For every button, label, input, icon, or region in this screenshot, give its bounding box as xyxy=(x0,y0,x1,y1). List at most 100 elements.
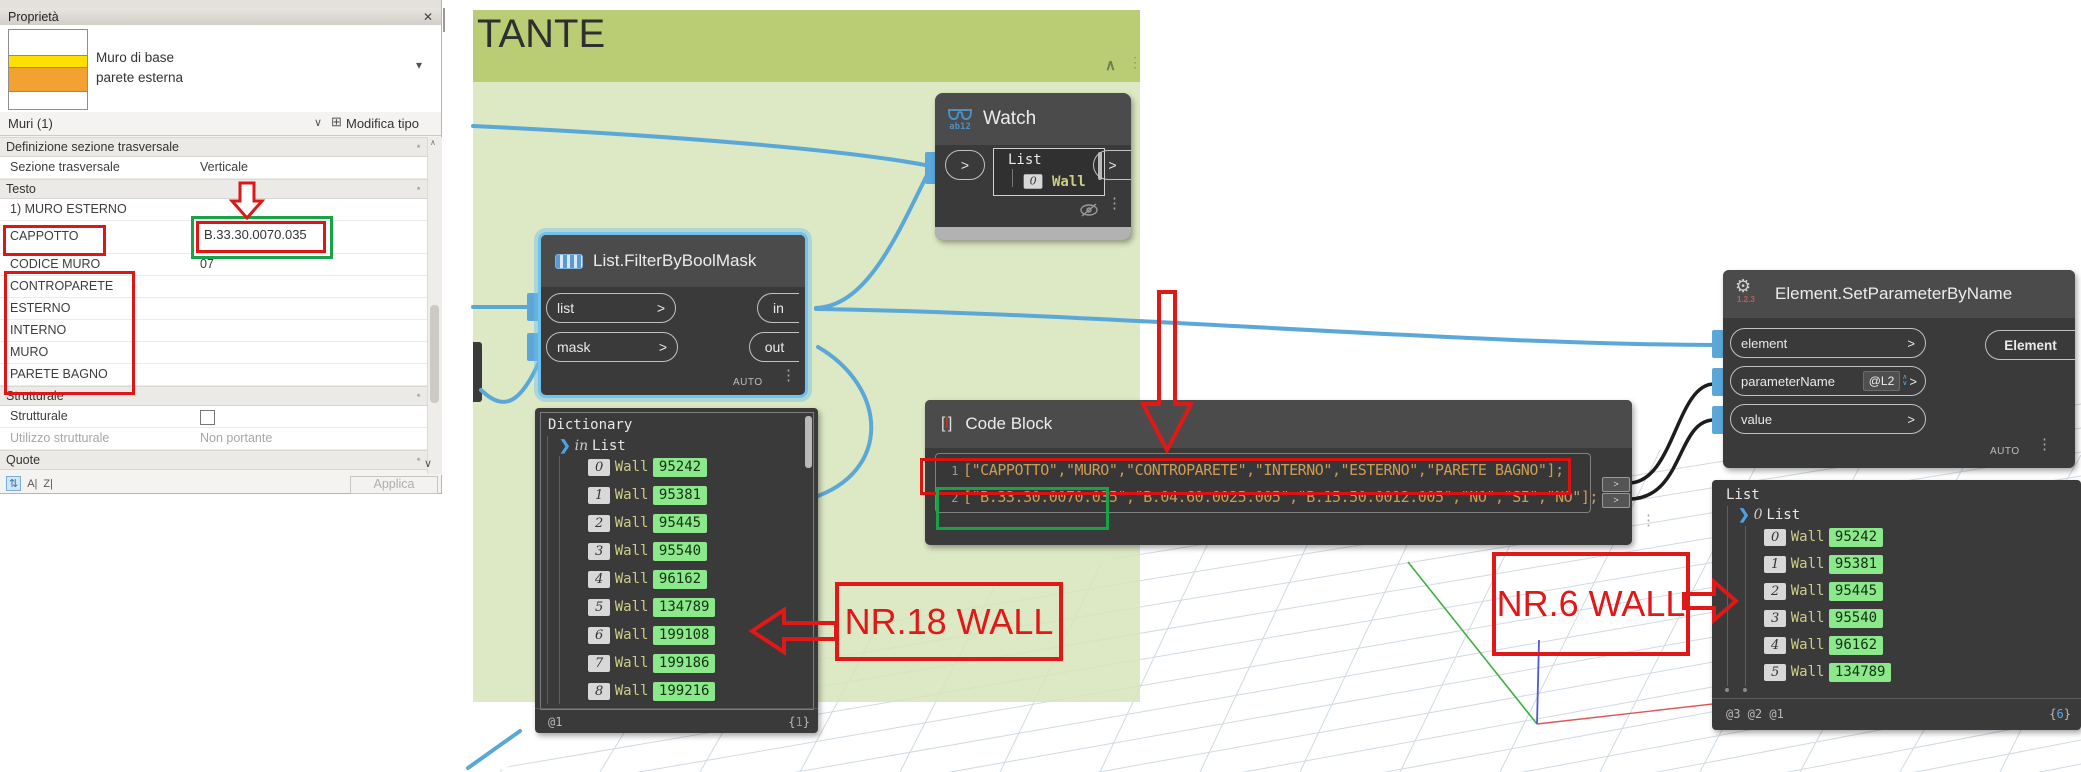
watch-resize-bar[interactable] xyxy=(935,227,1131,240)
setparam-title: Element.SetParameterByName xyxy=(1775,284,2013,303)
pin-icon: ٭ xyxy=(416,390,421,400)
clipped-node-sliver xyxy=(473,342,482,402)
list-item: 2 Wall 95445 xyxy=(588,514,708,533)
filter-list-input-port[interactable]: list > xyxy=(546,293,676,323)
watch-output-port[interactable]: > xyxy=(1093,150,1131,180)
type-name: Muro di base parete esterna xyxy=(96,50,184,85)
element-filter[interactable]: Muri (1) xyxy=(8,116,53,131)
code-block-menu-icon[interactable]: ⋮ xyxy=(1641,513,1656,528)
structural-checkbox[interactable] xyxy=(200,410,215,425)
setparameterbyname-node[interactable]: ⚙ 1.2.3 Element.SetParameterByName eleme… xyxy=(1723,270,2075,468)
watch-input-port[interactable]: > xyxy=(945,150,985,180)
edit-type-button[interactable]: Modifica tipo xyxy=(346,116,419,131)
properties-panel: Proprietà ✕ Muro di base parete esterna … xyxy=(0,0,442,494)
section-header[interactable]: Definizione sezione trasversale ٭ xyxy=(0,137,427,157)
code-output-port-2[interactable]: > xyxy=(1602,493,1630,508)
filter-dropdown-icon[interactable]: ∨ xyxy=(314,116,322,129)
list-item: 3 Wall 95540 xyxy=(1764,609,1884,628)
list-item: 8 Wall 199216 xyxy=(588,682,716,701)
list-item: 1 Wall 95381 xyxy=(1764,555,1884,574)
cappotto-value[interactable]: B.33.30.0070.035 xyxy=(204,227,307,242)
apply-button[interactable]: Applica xyxy=(350,476,438,494)
watch-item-index: 0 xyxy=(1023,174,1043,189)
level-stepper[interactable]: ∧ ∨ xyxy=(1902,374,1907,387)
dictionary-subheader[interactable]: ❯ in List xyxy=(559,437,626,454)
section-header[interactable]: Testo ٭ xyxy=(0,179,427,199)
watch-node-title: Watch xyxy=(983,108,1037,129)
filter-node-title: List.FilterByBoolMask xyxy=(593,251,757,270)
watch-preview: List 0 Wall xyxy=(993,148,1105,196)
expand-icon[interactable]: ❯ xyxy=(1738,506,1750,522)
type-dropdown-icon[interactable]: ▾ xyxy=(416,58,422,72)
property-row[interactable]: Sezione trasversale Verticale xyxy=(0,157,427,179)
list-count: {1} xyxy=(788,715,810,729)
pin-icon: ٭ xyxy=(416,141,421,151)
annotation-nr18-wall: NR.18 WALL xyxy=(835,582,1063,661)
group-menu-icon[interactable]: ⋮ xyxy=(1128,54,1142,71)
sort-za-icon[interactable]: Z| xyxy=(43,478,53,490)
preview-eye-off-icon[interactable] xyxy=(1079,201,1099,219)
parametername-input-port[interactable]: parameterName @L2 ∧ ∨ > xyxy=(1730,366,1926,396)
dictionary-header: Dictionary xyxy=(548,417,633,433)
dynamo-group-header[interactable]: TANTE ∧ ⋮ xyxy=(473,10,1142,82)
close-icon[interactable]: ✕ xyxy=(423,10,433,24)
value-input-port[interactable]: value > xyxy=(1730,404,1926,434)
annotation-arrow-down xyxy=(1140,290,1194,454)
annotation-box-cappotto xyxy=(3,225,106,256)
annotation-nr6-wall: NR.6 WALL xyxy=(1492,552,1690,656)
list-item: 2 Wall 95445 xyxy=(1764,582,1884,601)
property-row-checkbox[interactable]: Strutturale xyxy=(0,406,427,428)
watch-menu-icon[interactable]: ⋮ xyxy=(1107,196,1122,211)
element-input-port[interactable]: element > xyxy=(1730,328,1926,358)
watch-node[interactable]: ab12 Watch > List 0 Wall > ⋮ xyxy=(935,93,1131,240)
quote-expand-icon[interactable]: ∨ xyxy=(424,457,432,470)
watch-item-text: Wall xyxy=(1052,174,1086,190)
properties-titlebar[interactable]: Proprietà ✕ xyxy=(0,8,441,25)
scroll-up-icon[interactable]: ∧ xyxy=(430,138,436,147)
list-watch-node[interactable]: List ❯ 0 List 0 Wall 95242 1 Wall 95381 … xyxy=(1712,480,2081,730)
list-item: 5 Wall 134789 xyxy=(588,598,716,617)
edit-type-icon: ⊞ xyxy=(331,114,342,129)
section-header[interactable]: Quote ٭ xyxy=(0,450,427,470)
setparam-menu-icon[interactable]: ⋮ xyxy=(2037,437,2052,452)
set-parameter-icon: ⚙ 1.2.3 xyxy=(1735,276,1755,304)
group-collapse-icon[interactable]: ∧ xyxy=(1105,56,1116,74)
code-output-port-1[interactable]: > xyxy=(1602,477,1630,492)
filter-out-output-port[interactable]: out xyxy=(749,332,799,362)
code-block-header[interactable]: [I] Code Block xyxy=(925,400,1632,448)
expand-icon[interactable]: ❯ xyxy=(559,437,571,453)
annotation-arrow-left xyxy=(748,606,838,656)
filter-mask-input-port[interactable]: mask > xyxy=(546,332,678,362)
level-badge[interactable]: @L2 xyxy=(1862,371,1901,391)
list-item: 1 Wall 95381 xyxy=(588,486,708,505)
list-item: 4 Wall 96162 xyxy=(588,570,708,589)
list-item: 0 Wall 95242 xyxy=(1764,528,1884,547)
setparam-header[interactable]: ⚙ 1.2.3 Element.SetParameterByName xyxy=(1723,270,2075,318)
filter-lacing-label[interactable]: AUTO xyxy=(733,377,763,388)
watch-icon: ab12 xyxy=(947,107,973,132)
filter-in-output-port[interactable]: in xyxy=(757,293,799,323)
property-row: Utilizzo strutturale Non portante xyxy=(0,428,427,450)
wall-type-preview xyxy=(8,29,88,110)
watch-node-header[interactable]: ab12 Watch xyxy=(935,93,1131,145)
annotation-box-code-string xyxy=(936,487,1109,530)
list-item: 0 Wall 95242 xyxy=(588,458,708,477)
panel-title: Proprietà xyxy=(8,9,59,24)
filter-menu-icon[interactable]: ⋮ xyxy=(781,368,796,383)
filter-node-header[interactable]: List.FilterByBoolMask xyxy=(541,235,805,287)
filterbyboolmask-node[interactable]: List.FilterByBoolMask list > mask > in out… xyxy=(538,232,808,398)
lacing-levels: @3 @2 @1 xyxy=(1726,707,1784,721)
code-block-icon: [I] xyxy=(941,415,953,432)
annotation-box-parameter-names xyxy=(4,271,135,395)
list-subheader[interactable]: ❯ 0 List xyxy=(1738,506,1800,523)
dictionary-watch-node[interactable]: Dictionary ❯ in List 0 Wall 95242 1 Wall… xyxy=(535,408,818,733)
pin-icon: ٭ xyxy=(416,454,421,464)
element-output-port[interactable]: Element xyxy=(1985,330,2075,360)
annotation-arrow-right xyxy=(1682,578,1740,624)
dictionary-scrollbar[interactable] xyxy=(805,416,812,468)
code-block-title: Code Block xyxy=(965,414,1053,433)
sort-icon[interactable]: ⇅ xyxy=(6,476,22,491)
sort-az-icon[interactable]: A| xyxy=(27,478,37,490)
setparam-lacing-label[interactable]: AUTO xyxy=(1990,446,2020,457)
panel-scrollbar-thumb[interactable] xyxy=(430,305,439,403)
